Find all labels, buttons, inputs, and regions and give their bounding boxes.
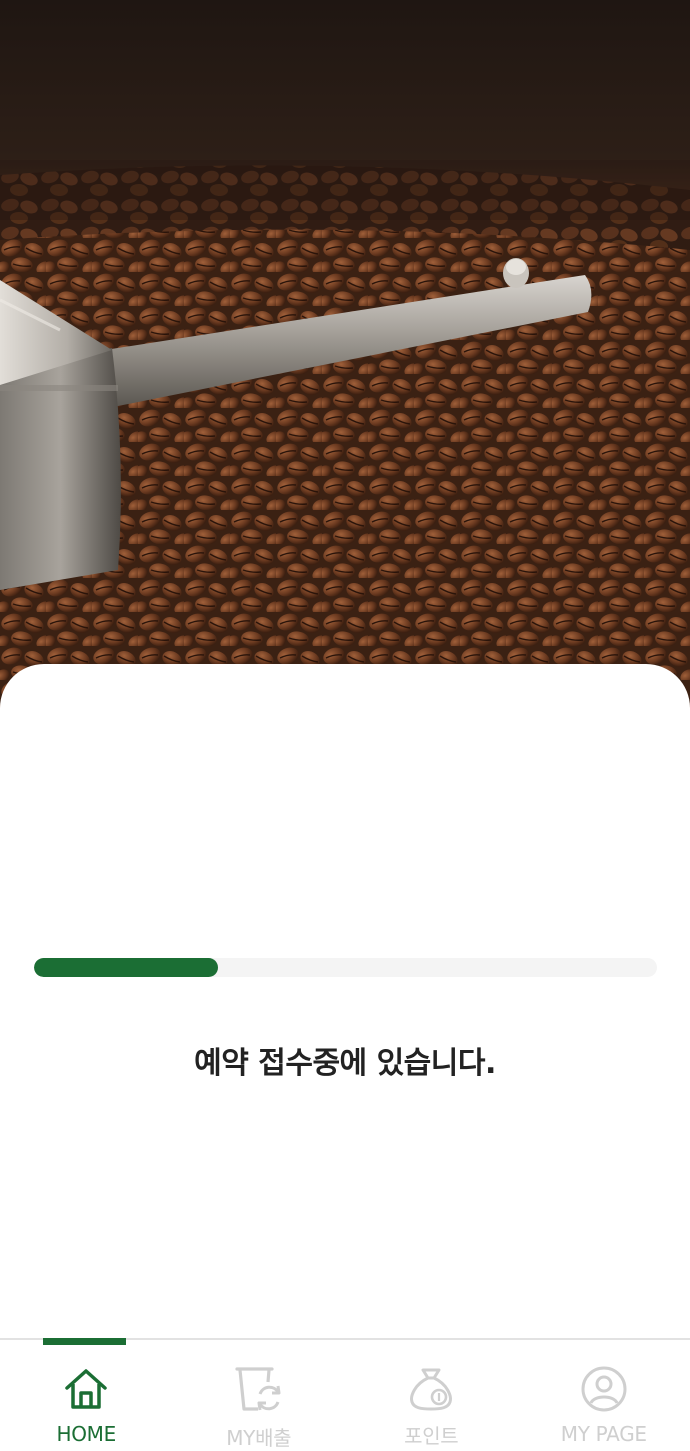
nav-my-page[interactable]: MY PAGE [518, 1340, 690, 1448]
nav-home[interactable]: HOME [0, 1340, 173, 1448]
user-circle-icon [579, 1364, 629, 1414]
recycle-bin-icon [234, 1364, 284, 1414]
bottom-navigation: HOME MY배출 포인트 [0, 1338, 690, 1448]
nav-label-my-discharge: MY배출 [226, 1422, 291, 1451]
nav-points[interactable]: 포인트 [345, 1340, 518, 1448]
active-tab-indicator [43, 1338, 126, 1345]
coffee-roaster-photo [0, 0, 690, 720]
progress-bar [34, 958, 657, 977]
money-bag-icon [406, 1364, 456, 1412]
status-card: 예약 접수중에 있습니다. [0, 664, 690, 1340]
nav-label-my-page: MY PAGE [561, 1422, 647, 1446]
progress-fill [34, 958, 218, 977]
status-message: 예약 접수중에 있습니다. [0, 1038, 690, 1082]
nav-label-home: HOME [57, 1422, 116, 1446]
home-icon [61, 1364, 111, 1414]
hero-image [0, 0, 690, 720]
nav-my-discharge[interactable]: MY배출 [173, 1340, 346, 1448]
nav-label-points: 포인트 [404, 1420, 458, 1449]
